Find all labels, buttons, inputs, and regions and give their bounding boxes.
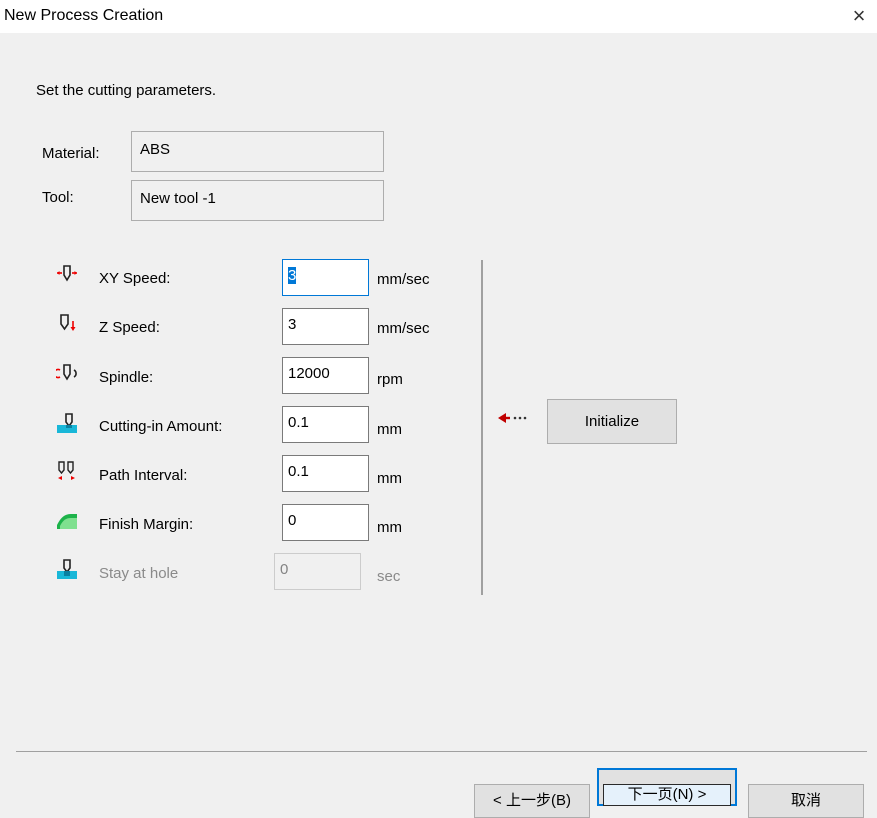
path-interval-label: Path Interval:: [99, 467, 188, 484]
finish-margin-icon: [57, 514, 77, 529]
spindle-label: Spindle:: [99, 369, 154, 386]
cancel-button[interactable]: 取消: [748, 784, 864, 818]
stay-at-hole-input: 0: [274, 553, 361, 590]
next-button[interactable]: 下一页(N) >: [597, 768, 737, 806]
initialize-button[interactable]: Initialize: [547, 399, 677, 444]
xy-speed-label: XY Speed:: [99, 270, 171, 287]
dotted-arrow-left-icon: [498, 413, 527, 423]
close-icon[interactable]: ×: [844, 2, 874, 30]
material-label: Material:: [42, 145, 100, 162]
stay-at-hole-icon: [57, 559, 77, 579]
cutting-in-label: Cutting-in Amount:: [99, 418, 223, 435]
window-title: New Process Creation: [4, 7, 164, 24]
finish-margin-input[interactable]: 0: [282, 504, 369, 541]
z-speed-input[interactable]: 3: [282, 308, 369, 345]
path-interval-icon: [58, 461, 75, 480]
title-bar: New Process Creation ×: [0, 0, 877, 33]
finish-margin-unit: mm: [377, 519, 402, 536]
xy-speed-input[interactable]: 3: [282, 259, 369, 296]
spindle-icon: [56, 364, 77, 381]
cutting-in-icon: [57, 413, 77, 433]
horizontal-separator: [16, 751, 867, 752]
finish-margin-label: Finish Margin:: [99, 516, 194, 533]
z-speed-label: Z Speed:: [99, 319, 160, 336]
cutting-in-input[interactable]: 0.1: [282, 406, 369, 443]
z-speed-unit: mm/sec: [377, 320, 430, 337]
spindle-input[interactable]: 12000: [282, 357, 369, 394]
path-interval-input[interactable]: 0.1: [282, 455, 369, 492]
next-button-label: 下一页(N) >: [603, 784, 731, 806]
path-interval-unit: mm: [377, 470, 402, 487]
xy-speed-icon: [57, 265, 77, 282]
material-field: ABS: [131, 131, 384, 172]
cutting-in-unit: mm: [377, 421, 402, 438]
z-speed-icon: [60, 314, 76, 331]
back-button[interactable]: < 上一步(B): [474, 784, 590, 818]
tool-field: New tool -1: [131, 180, 384, 221]
stay-at-hole-label: Stay at hole: [99, 565, 179, 582]
spindle-unit: rpm: [377, 371, 403, 388]
tool-label: Tool:: [42, 189, 74, 206]
xy-speed-unit: mm/sec: [377, 271, 430, 288]
instruction-text: Set the cutting parameters.: [36, 82, 217, 99]
vertical-separator: [481, 260, 483, 595]
stay-at-hole-unit: sec: [377, 568, 401, 585]
